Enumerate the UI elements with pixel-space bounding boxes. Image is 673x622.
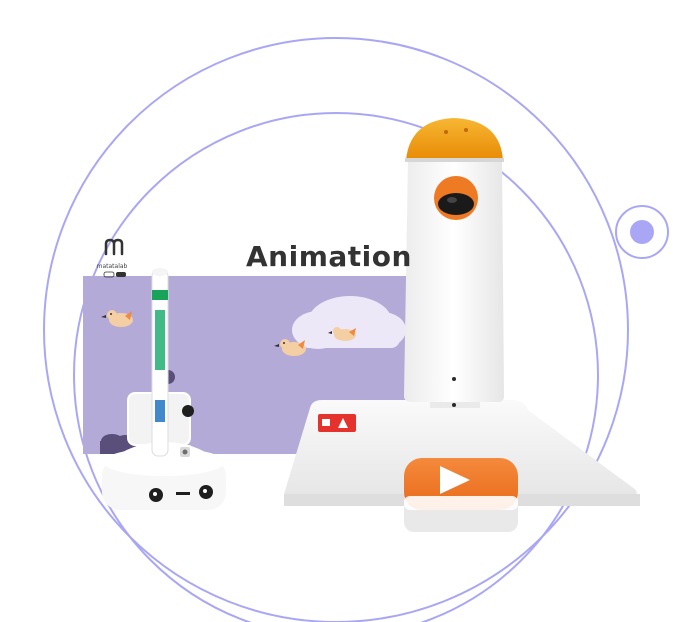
orbit-dot	[615, 205, 669, 259]
brand-label: matatalab	[92, 232, 132, 270]
scene-illustration	[43, 37, 669, 622]
sensor-tower	[404, 118, 504, 408]
brand-name: matatalab	[96, 263, 128, 270]
product-scene: matatalab Animation	[0, 0, 673, 622]
marker-pen	[151, 268, 169, 457]
animation-title: Animation	[246, 240, 412, 273]
play-button	[404, 458, 518, 532]
